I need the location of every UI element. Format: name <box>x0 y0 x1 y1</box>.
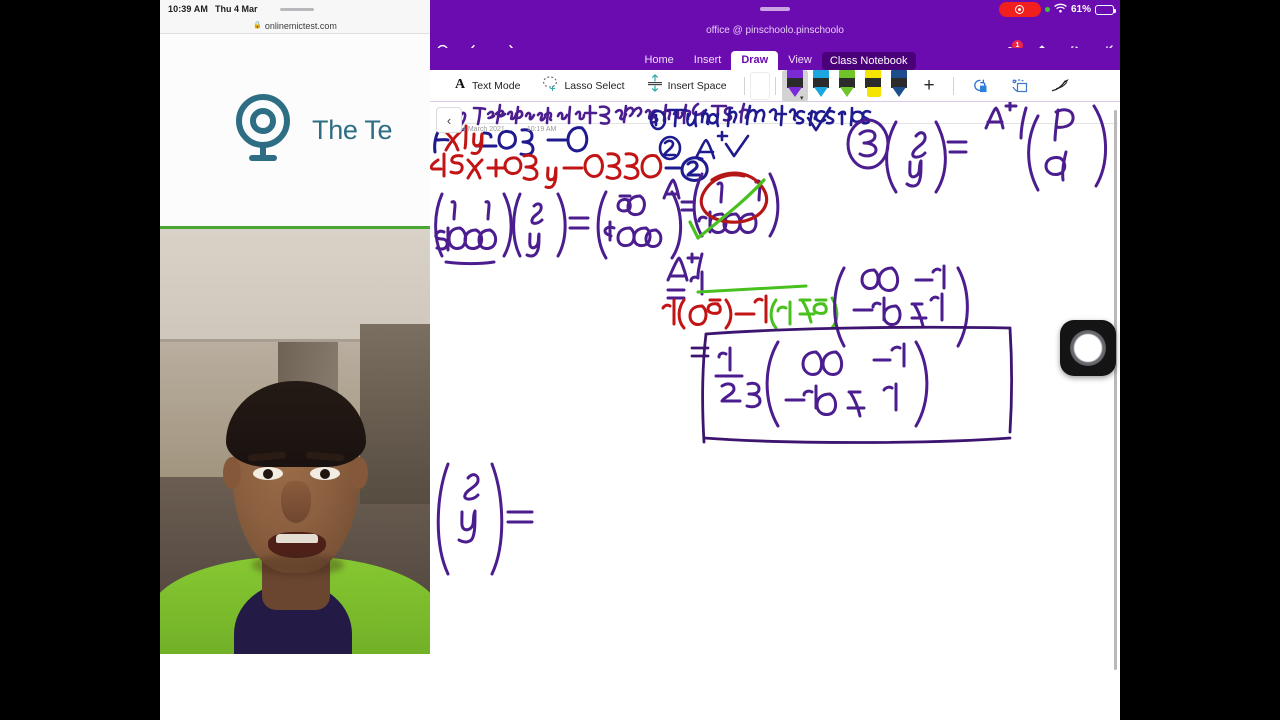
site-hero: The Te <box>160 34 430 226</box>
person-pupil-right <box>320 469 330 479</box>
window-grabber[interactable] <box>760 7 790 11</box>
page-meta: 4 March 2021 10:19 AM <box>462 126 556 133</box>
tab-insert[interactable]: Insert <box>684 51 732 70</box>
battery-percent: 61% <box>1070 4 1091 15</box>
person-pupil-left <box>263 469 273 479</box>
webcam-icon <box>232 92 294 169</box>
text-mode-button[interactable]: A Text Mode <box>442 70 531 102</box>
tab-draw[interactable]: Draw <box>731 51 779 70</box>
person-nose <box>281 481 311 523</box>
note-canvas[interactable]: ‹ 4 March 2021 10:19 AM <box>430 102 1120 720</box>
onenote-app: 61% office @ pinschoolo.pinschoolo 1 Hom… <box>430 0 1120 720</box>
background-dark-area <box>360 324 430 504</box>
screen-root: 10:39 AM Thu 4 Mar 🔒 onlinemictest.com T… <box>0 0 1280 720</box>
text-mode-label: Text Mode <box>472 79 521 92</box>
ink-equation-2 <box>430 152 663 190</box>
person-ear-left <box>223 457 241 489</box>
ink-denominator-green <box>769 296 839 330</box>
ink-to-shape-icon[interactable] <box>1000 70 1040 102</box>
green-privacy-dot <box>1044 7 1050 12</box>
ink-matrix-equation <box>434 190 683 265</box>
account-label: office @ pinschoolo.pinschoolo <box>706 25 844 36</box>
text-mode-icon: A <box>453 75 467 96</box>
wifi-icon <box>1054 3 1067 16</box>
person-ear-right <box>350 457 368 489</box>
lasso-select-button[interactable]: Lasso Select <box>531 70 635 102</box>
pen-purple[interactable]: ▾ <box>781 69 808 102</box>
site-footer-area <box>160 654 430 720</box>
draw-toolbar: A Text Mode Lasso Select Insert Space ▾ … <box>430 69 1120 102</box>
ink-inverse-matrix <box>833 264 969 348</box>
tab-home[interactable]: Home <box>634 51 683 70</box>
add-pen-button[interactable]: + <box>912 76 947 95</box>
back-chevron-icon[interactable]: ‹ <box>436 107 462 133</box>
url-text: onlinemictest.com <box>264 20 337 31</box>
ink-result-expression <box>714 340 929 428</box>
vertical-scrollbar[interactable] <box>1114 110 1117 670</box>
onenote-header-bar: office @ pinschoolo.pinschoolo 1 <box>430 20 1120 60</box>
ink-layer <box>430 102 1107 576</box>
ink-green-fraction-bar <box>696 284 808 294</box>
ribbon-tab-strip: Home Insert Draw View Class Notebook <box>430 48 1120 70</box>
svg-text:A: A <box>455 77 466 91</box>
toolbar-divider <box>952 76 954 95</box>
tab-view[interactable]: View <box>778 51 822 70</box>
page-time: 10:19 AM <box>526 126 557 133</box>
person-teeth <box>276 534 318 543</box>
browser-status-bar: 10:39 AM Thu 4 Mar <box>160 0 430 18</box>
insert-space-icon <box>647 74 663 97</box>
ink-color-picker-icon[interactable] <box>960 70 1000 102</box>
battery-icon <box>1095 4 1116 15</box>
ink-final-expression <box>436 462 534 576</box>
record-button-icon <box>1070 330 1106 366</box>
ink-step-2 <box>658 130 750 161</box>
lasso-select-label: Lasso Select <box>564 79 625 92</box>
person-chin-shadow <box>252 554 344 576</box>
lock-icon: 🔒 <box>253 22 262 29</box>
status-time: 10:39 AM <box>168 4 208 14</box>
browser-url-bar[interactable]: 🔒 onlinemictest.com <box>160 18 430 34</box>
pen-navy[interactable] <box>886 69 912 102</box>
page-date: 4 March 2021 <box>462 126 505 133</box>
pen-green[interactable] <box>834 69 860 102</box>
status-date: Thu 4 Mar <box>214 4 258 14</box>
highlighter-yellow[interactable] <box>860 69 886 102</box>
left-browser-panel: 10:39 AM Thu 4 Mar 🔒 onlinemictest.com T… <box>160 0 430 720</box>
chevron-down-icon[interactable]: ▾ <box>800 94 804 102</box>
ipad-status-bar: 61% <box>430 0 1120 20</box>
insert-space-label: Insert Space <box>667 79 727 92</box>
lasso-select-icon <box>542 75 559 96</box>
toolbar-divider <box>774 76 776 95</box>
tab-class-notebook[interactable]: Class Notebook <box>821 52 916 70</box>
screen-record-widget[interactable] <box>1060 320 1116 376</box>
toolbar-divider <box>743 76 745 95</box>
site-title: The Te <box>312 114 393 145</box>
ink-to-text-icon[interactable] <box>1040 70 1081 102</box>
insert-space-button[interactable]: Insert Space <box>636 70 738 102</box>
status-pill <box>279 7 314 11</box>
eraser-tool[interactable] <box>751 73 769 99</box>
screen-recording-icon[interactable] <box>998 2 1041 17</box>
pen-blue[interactable] <box>808 69 834 102</box>
webcam-video <box>160 229 430 654</box>
ink-result-box <box>690 325 1013 444</box>
status-right-cluster: 61% <box>998 2 1116 17</box>
ink-denominator-red <box>661 294 768 330</box>
ink-step-3 <box>846 102 1107 194</box>
